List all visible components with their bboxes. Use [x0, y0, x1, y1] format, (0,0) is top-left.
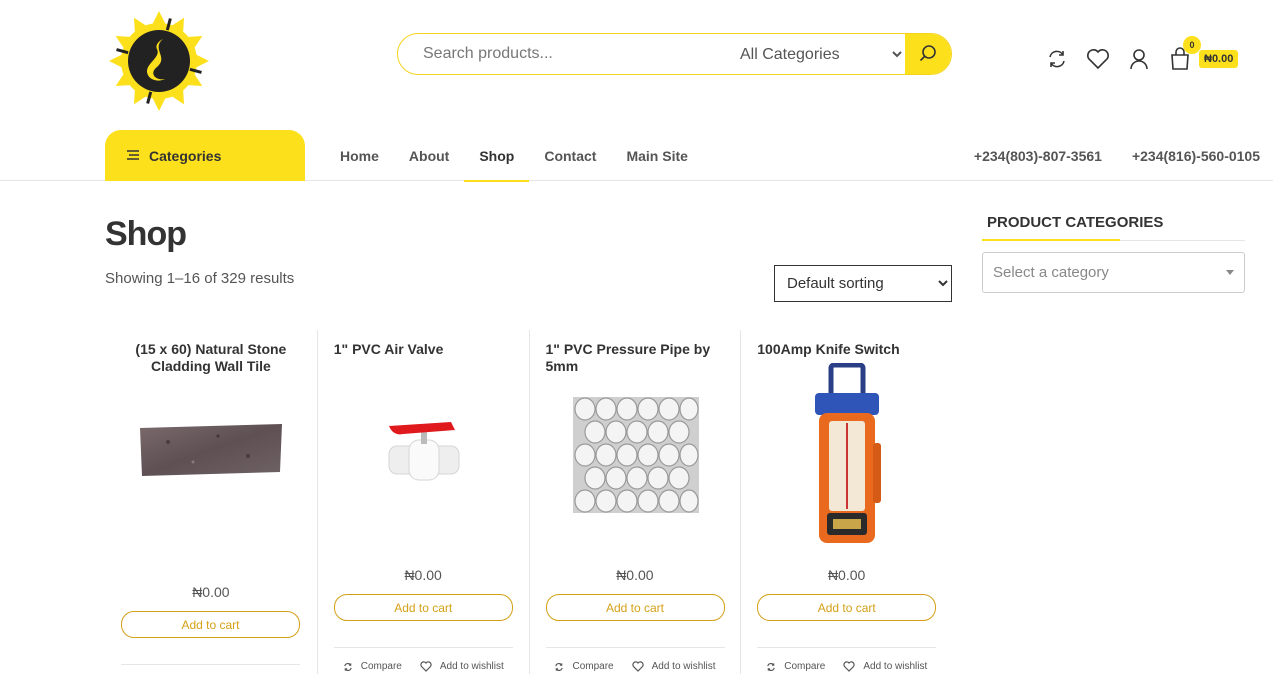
category-dropdown[interactable]: Select a category: [982, 252, 1245, 293]
wishlist-label: Add to wishlist: [651, 661, 716, 672]
product-actions: Compare Add to wishlist: [546, 661, 725, 672]
phone-numbers: +234(803)-807-3561 +234(816)-560-0105: [944, 130, 1260, 181]
product-image-knife-switch[interactable]: [757, 362, 937, 548]
divider: [545, 647, 725, 648]
compare-link[interactable]: Compare: [554, 661, 614, 672]
sidebar-divider-accent: [982, 239, 1120, 241]
heart-icon: [631, 661, 644, 672]
wishlist-link[interactable]: Add to wishlist: [843, 661, 927, 672]
wishlist-link[interactable]: Add to wishlist: [631, 661, 716, 672]
search-input[interactable]: [398, 34, 730, 74]
sort-select[interactable]: Default sorting: [774, 265, 952, 302]
add-to-cart-button[interactable]: Add to cart: [121, 611, 300, 638]
categories-button[interactable]: Categories: [105, 130, 305, 181]
compare-label: Compare: [360, 661, 402, 672]
cart-count-badge: 0: [1183, 36, 1201, 54]
product-title[interactable]: (15 x 60) Natural Stone Cladding Wall Ti…: [121, 341, 301, 375]
search-icon: [919, 44, 937, 65]
nav-contact[interactable]: Contact: [529, 130, 611, 181]
nav-menu: Home About Shop Contact Main Site: [325, 130, 703, 182]
wishlist-link[interactable]: Add to wishlist: [420, 661, 504, 672]
phone-link-1[interactable]: +234(803)-807-3561: [974, 148, 1102, 164]
product-card: 100Amp Knife Switch ₦0.00 Add to cart Co…: [740, 330, 952, 674]
nav-about[interactable]: About: [394, 130, 464, 181]
product-image-pvc-valve[interactable]: [334, 400, 514, 510]
compare-icon[interactable]: [1044, 46, 1070, 72]
product-title[interactable]: 100Amp Knife Switch: [757, 341, 936, 358]
product-price: ₦0.00: [404, 567, 442, 583]
product-price: ₦0.00: [827, 567, 866, 583]
add-to-cart-button[interactable]: Add to cart: [333, 594, 513, 621]
compare-label: Compare: [572, 661, 614, 672]
heart-icon[interactable]: [1085, 46, 1111, 72]
category-select[interactable]: All Categories: [730, 34, 905, 74]
product-title[interactable]: 1" PVC Air Valve: [334, 341, 513, 358]
main-nav: Categories Home About Shop Contact Main …: [0, 130, 1273, 182]
compare-icon: [767, 662, 775, 671]
results-count: Showing 1–16 of 329 results: [105, 270, 295, 287]
site-logo[interactable]: [108, 10, 210, 112]
search-button[interactable]: [905, 34, 951, 74]
add-to-cart-button[interactable]: Add to cart: [757, 594, 937, 621]
nav-main-site[interactable]: Main Site: [611, 130, 702, 181]
add-to-cart-button[interactable]: Add to cart: [545, 594, 725, 621]
categories-label: Categories: [149, 147, 222, 164]
compare-link[interactable]: Compare: [343, 661, 402, 672]
product-grid: (15 x 60) Natural Stone Cladding Wall Ti…: [105, 330, 952, 674]
cart-icon[interactable]: 0: [1167, 36, 1201, 72]
menu-list-icon: [127, 148, 139, 164]
heart-icon: [420, 661, 432, 672]
product-card: (15 x 60) Natural Stone Cladding Wall Ti…: [105, 330, 317, 674]
product-card: 1" PVC Pressure Pipe by 5mm ₦0.00 Add to…: [528, 330, 741, 674]
product-card: 1" PVC Air Valve ₦0.00 Add to cart Compa…: [316, 330, 529, 674]
search-bar: All Categories: [397, 33, 952, 75]
cart-total[interactable]: ₦0.00: [1199, 50, 1239, 68]
product-actions: Compare Add to wishlist: [757, 661, 936, 672]
compare-label: Compare: [784, 661, 826, 672]
heart-icon: [843, 661, 855, 672]
product-price: ₦0.00: [192, 584, 230, 600]
compare-link[interactable]: Compare: [766, 661, 825, 672]
product-image-pvc-pipe[interactable]: [546, 390, 726, 520]
product-image-stone-tile[interactable]: [121, 405, 301, 495]
nav-home[interactable]: Home: [325, 130, 394, 181]
divider: [121, 664, 300, 665]
nav-shop[interactable]: Shop: [464, 130, 530, 182]
product-actions: Compare Add to wishlist: [334, 661, 513, 672]
user-icon[interactable]: [1126, 46, 1152, 72]
header-icons: 0 ₦0.00: [1044, 36, 1239, 72]
product-price: ₦0.00: [616, 567, 654, 583]
divider: [757, 647, 937, 648]
compare-icon: [344, 662, 352, 671]
wishlist-label: Add to wishlist: [439, 661, 504, 672]
product-title[interactable]: 1" PVC Pressure Pipe by 5mm: [546, 341, 725, 375]
wishlist-label: Add to wishlist: [863, 661, 928, 672]
divider: [333, 647, 513, 648]
compare-icon: [555, 662, 564, 671]
sidebar-title: PRODUCT CATEGORIES: [987, 214, 1164, 231]
page-title: Shop: [105, 215, 187, 253]
phone-link-2[interactable]: +234(816)-560-0105: [1132, 148, 1260, 164]
category-dropdown-placeholder: Select a category: [993, 264, 1109, 281]
chevron-down-icon: [1226, 270, 1234, 275]
